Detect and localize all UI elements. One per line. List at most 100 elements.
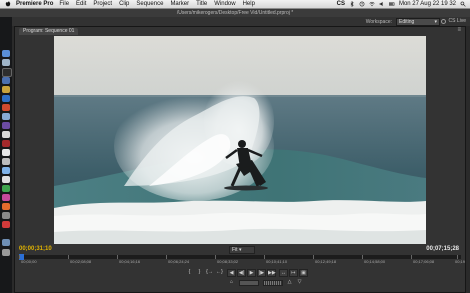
window-title: /Users/mikerogers/Desktop/Free Vid/Untit… (176, 10, 294, 16)
dock-app-icon[interactable] (2, 104, 10, 111)
ruler-label: 00;02;08;08 (70, 259, 92, 264)
cs-badge[interactable]: CS (337, 1, 345, 7)
dock-app-icon[interactable] (2, 77, 10, 84)
dock-app-icon[interactable] (2, 221, 10, 228)
dock-app-icon[interactable] (2, 185, 10, 192)
ruler-label: 00;08;33;02 (217, 259, 239, 264)
dock-app-icon[interactable] (2, 149, 10, 156)
safari-dock-icon[interactable] (2, 59, 10, 66)
dock-app-icon[interactable] (2, 158, 10, 165)
go-to-in-button[interactable]: {→ (205, 269, 214, 277)
downloads-dock-icon[interactable] (2, 239, 10, 246)
ruler-tick (362, 255, 363, 259)
shuttle-slider[interactable] (239, 280, 259, 286)
menu-project[interactable]: Project (93, 1, 112, 7)
program-video-frame (54, 36, 426, 244)
export-frame-button[interactable]: ▽ (295, 279, 304, 287)
dock-app-icon[interactable] (2, 212, 10, 219)
dock-app-icon[interactable] (2, 167, 10, 174)
workspace-bar: Workspace: Editing ▾ CS Live (12, 17, 470, 26)
ruler-label: 00;06;24;24 (168, 259, 190, 264)
menu-window[interactable]: Window (214, 1, 235, 7)
app-menu[interactable]: Premiere Pro (16, 1, 53, 7)
zoom-fit-select[interactable]: Fit ▾ (229, 246, 255, 254)
dock-app-icon[interactable] (2, 131, 10, 138)
jog-wheel[interactable] (263, 280, 283, 286)
current-timecode[interactable]: 00;00;31;10 (19, 246, 52, 252)
ruler-tick (215, 255, 216, 259)
menu-help[interactable]: Help (243, 1, 255, 7)
ruler-tick (313, 255, 314, 259)
workspace-label: Workspace: (365, 18, 392, 25)
spotlight-search-icon[interactable] (460, 1, 466, 7)
cs-live-label: CS Live (448, 18, 466, 24)
cs-live-icon (441, 18, 447, 24)
mark-out-button[interactable]: } (195, 269, 204, 277)
menubar-clock[interactable]: Mon 27 Aug 22 19 32 (399, 1, 456, 7)
play-button[interactable]: ▶ (247, 269, 256, 277)
dock-app-icon[interactable] (2, 203, 10, 210)
workspace-selected: Editing (399, 18, 415, 25)
menu-clip[interactable]: Clip (119, 1, 129, 7)
dock-app-icon[interactable] (2, 86, 10, 93)
ruler-tick (411, 255, 412, 259)
ruler-label: 00;17;06;08 (413, 259, 435, 264)
menu-edit[interactable]: Edit (76, 1, 86, 7)
workspace-select[interactable]: Editing ▾ (396, 17, 440, 26)
mark-in-button[interactable]: { (185, 269, 194, 277)
ruler-label: 00;10;41;10 (266, 259, 288, 264)
ruler-label: 00;19 (455, 259, 466, 264)
timecode-row: 00;00;31;10 Fit ▾ 00;07;15;28 (15, 245, 465, 254)
ruler-label: 00;14;58;00 (364, 259, 386, 264)
output-button[interactable]: ↦ (289, 269, 298, 277)
duration-timecode: 00;07;15;28 (426, 246, 459, 252)
dock-app-icon[interactable] (2, 68, 12, 77)
menu-marker[interactable]: Marker (170, 1, 189, 7)
dock-app-icon[interactable] (2, 140, 10, 147)
mac-menubar: Premiere Pro File Edit Project Clip Sequ… (0, 0, 470, 9)
zoom-fit-label: Fit (232, 247, 238, 253)
dock-app-icon[interactable] (2, 176, 10, 183)
chevron-down-icon: ▾ (434, 18, 437, 25)
step-forward-button[interactable]: |▶ (257, 269, 266, 277)
battery-icon[interactable] (388, 1, 395, 7)
loop-button[interactable]: ▶▶ (267, 269, 276, 277)
panel-menu-icon[interactable]: ≡ (457, 27, 461, 33)
apple-menu-icon[interactable] (5, 1, 11, 7)
program-panel-tab[interactable]: Program: Sequence 01 (19, 28, 79, 35)
surfer-video-image (54, 36, 426, 244)
mac-dock (0, 17, 12, 293)
transport-controls: { } {→ ←} ◀ ◀| ▶ |▶ ▶▶ ↔ ↦ ▣ ⌂ △ ▽ (185, 268, 315, 290)
lift-button[interactable]: ▣ (299, 269, 308, 277)
play-in-to-out-button[interactable]: ◀| (237, 269, 246, 277)
ruler-label: 00;04;16;16 (119, 259, 141, 264)
ruler-tick (264, 255, 265, 259)
trash-dock-icon[interactable] (2, 249, 10, 256)
ruler-label: 00;12;49;18 (315, 259, 337, 264)
cs-live-button[interactable]: CS Live (441, 18, 466, 24)
dock-app-icon[interactable] (2, 122, 10, 129)
go-to-out-button[interactable]: ←} (215, 269, 224, 277)
dock-app-icon[interactable] (2, 95, 10, 102)
safe-margins-button[interactable]: ↔ (279, 269, 288, 277)
window-title-bar: /Users/mikerogers/Desktop/Free Vid/Untit… (0, 9, 470, 17)
volume-icon[interactable] (379, 1, 385, 7)
ruler-tick (68, 255, 69, 259)
go-to-previous-edit-button[interactable]: ⌂ (227, 279, 236, 287)
dock-app-icon[interactable] (2, 194, 10, 201)
ruler-tick (19, 255, 20, 259)
time-ruler[interactable]: 00;00;00 00;02;08;08 00;04;16;16 00;06;2… (19, 254, 465, 267)
dock-app-icon[interactable] (2, 113, 10, 120)
time-machine-icon[interactable] (359, 1, 365, 7)
lift-extract-button[interactable]: △ (285, 279, 294, 287)
wifi-icon[interactable] (369, 1, 375, 7)
program-monitor-panel: Program: Sequence 01 ≡ 00;00;31;10 Fit ▾… (14, 26, 466, 293)
ruler-tick (117, 255, 118, 259)
menu-sequence[interactable]: Sequence (136, 1, 163, 7)
step-back-button[interactable]: ◀ (227, 269, 236, 277)
menu-file[interactable]: File (59, 1, 69, 7)
ruler-tick (166, 255, 167, 259)
menu-title[interactable]: Title (196, 1, 207, 7)
finder-dock-icon[interactable] (2, 50, 10, 57)
bluetooth-icon[interactable] (349, 1, 355, 7)
